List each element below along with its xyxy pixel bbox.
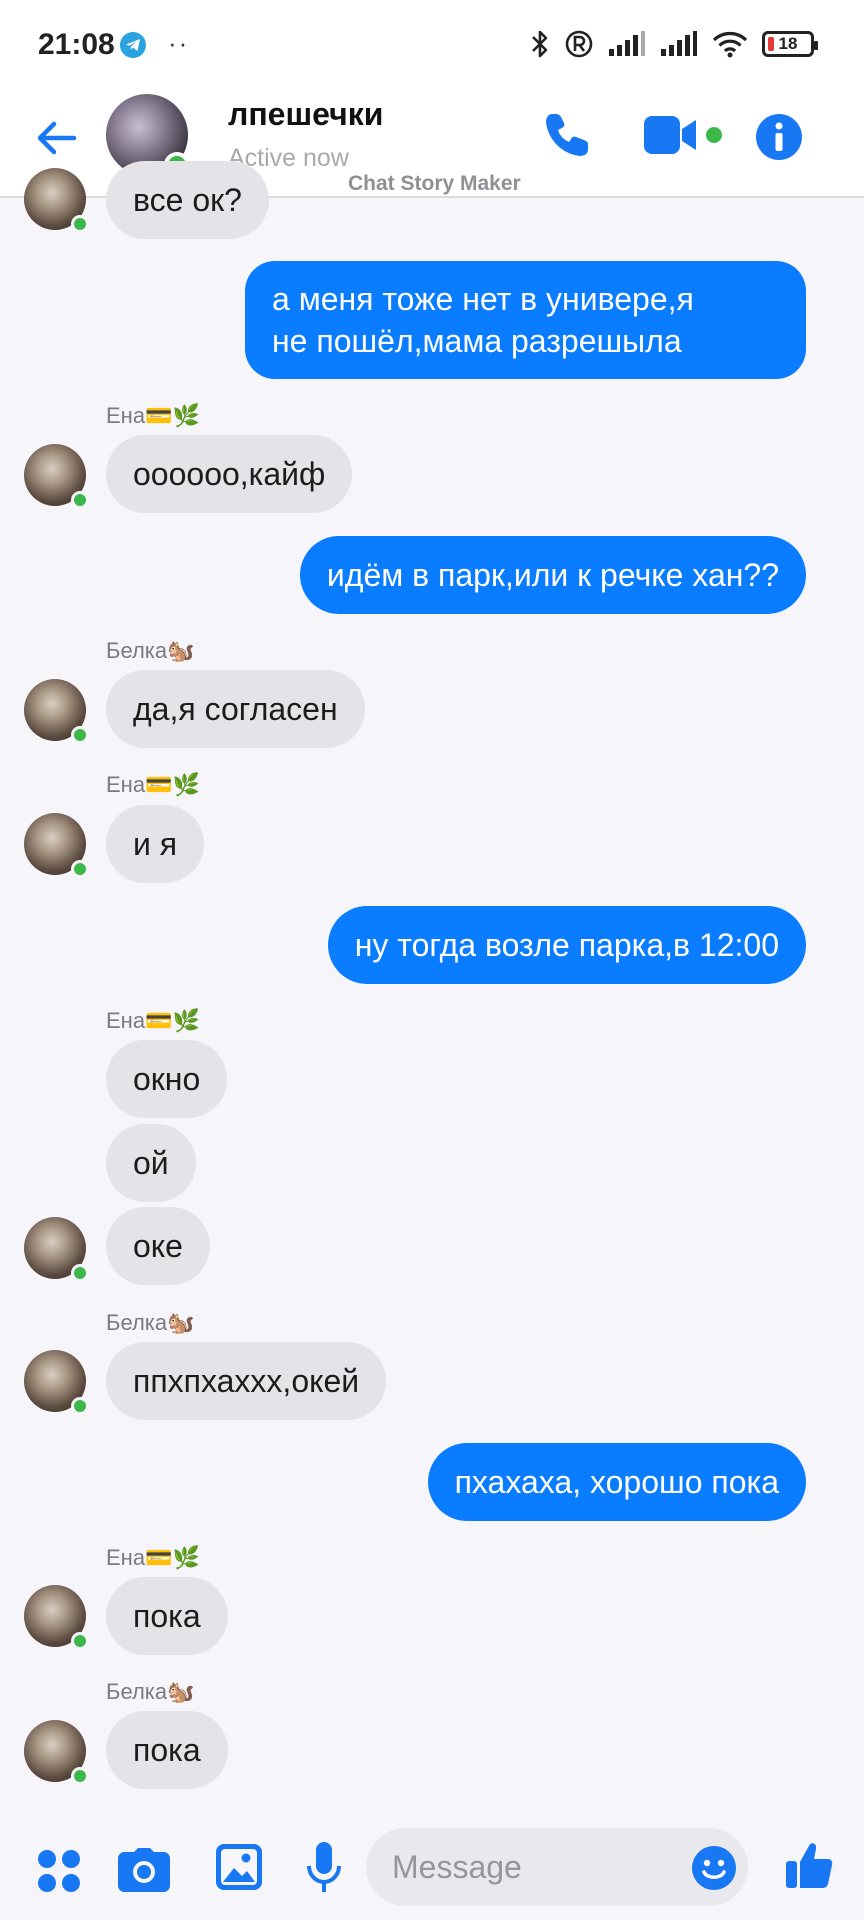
- signal-icon-2: [661, 31, 697, 56]
- thumbs-up-icon[interactable]: [784, 1840, 834, 1890]
- sender-name: Ена💳🌿: [106, 1008, 200, 1033]
- image-icon[interactable]: [216, 1844, 262, 1890]
- message-bubble-outgoing[interactable]: а меня тоже нет в универе,я не пошёл,мам…: [245, 261, 806, 379]
- message-line: не пошёл,мама разрешыла: [272, 323, 682, 359]
- message-bubble-outgoing[interactable]: идём в парк,или к речке хан??: [299, 536, 806, 614]
- message-bubble-incoming[interactable]: ой: [106, 1124, 196, 1202]
- message-bubble-incoming[interactable]: все ок?: [106, 161, 269, 239]
- sender-name: Белка🐿️: [106, 1679, 195, 1704]
- message-bubble-outgoing[interactable]: ну тогда возле парка,в 12:00: [327, 906, 806, 984]
- chat-title[interactable]: лпешечки: [228, 96, 383, 133]
- message-bubble-incoming[interactable]: оке: [106, 1207, 210, 1285]
- message-bubble-incoming[interactable]: оооооо,кайф: [106, 435, 353, 513]
- phone-icon[interactable]: [542, 110, 592, 160]
- info-button[interactable]: [756, 114, 802, 160]
- message-bubble-incoming[interactable]: и я: [106, 805, 205, 883]
- watermark: Chat Story Maker: [348, 172, 521, 195]
- sender-avatar[interactable]: [24, 1350, 89, 1415]
- status-indicators: 18: [530, 26, 818, 62]
- bluetooth-icon: [532, 30, 548, 58]
- notification-dots: ··: [168, 28, 190, 58]
- message-bubble-incoming[interactable]: окно: [106, 1040, 228, 1118]
- message-bubble-incoming[interactable]: ппхпхаххх,окей: [106, 1342, 387, 1420]
- registered-icon: [565, 30, 593, 58]
- sender-avatar[interactable]: [24, 168, 89, 233]
- status-bar: 21:08 ·· 18: [0, 0, 864, 92]
- telegram-icon: [120, 32, 146, 58]
- video-call-button[interactable]: [644, 114, 722, 156]
- video-camera-icon: [644, 116, 696, 154]
- sender-avatar[interactable]: [24, 1585, 89, 1650]
- video-online-dot: [706, 127, 722, 143]
- message-bubble-incoming[interactable]: пока: [106, 1577, 228, 1655]
- sender-name: Белка🐿️: [106, 1310, 195, 1335]
- battery-level: 18: [778, 34, 798, 53]
- signal-icon-1: [609, 31, 645, 56]
- message-line: а меня тоже нет в универе,я: [272, 281, 694, 317]
- message-bubble-outgoing[interactable]: пхахаха, хорошо пока: [427, 1443, 806, 1521]
- wifi-icon: [712, 32, 748, 58]
- emoji-button[interactable]: [692, 1846, 736, 1890]
- sender-avatar[interactable]: [24, 813, 89, 878]
- sender-name: Ена💳🌿: [106, 772, 200, 797]
- info-icon: [775, 122, 783, 151]
- status-time: 21:08: [38, 28, 115, 61]
- back-arrow-icon[interactable]: [34, 116, 78, 160]
- camera-icon[interactable]: [118, 1848, 170, 1892]
- message-input[interactable]: [366, 1828, 748, 1906]
- sender-avatar[interactable]: [24, 444, 89, 509]
- message-bubble-incoming[interactable]: да,я согласен: [106, 670, 365, 748]
- sender-name: Ена💳🌿: [106, 1545, 200, 1570]
- sender-name: Белка🐿️: [106, 638, 195, 663]
- smiley-icon: [702, 1859, 726, 1879]
- message-bubble-incoming[interactable]: пока: [106, 1711, 228, 1789]
- sender-avatar[interactable]: [24, 1720, 89, 1785]
- four-dots-icon[interactable]: [36, 1848, 82, 1894]
- microphone-icon[interactable]: [306, 1842, 342, 1894]
- sender-name: Ена💳🌿: [106, 403, 200, 428]
- sender-avatar[interactable]: [24, 679, 89, 744]
- battery-icon: 18: [762, 31, 818, 57]
- composer-bar: [0, 1820, 864, 1920]
- sender-avatar[interactable]: [24, 1217, 89, 1282]
